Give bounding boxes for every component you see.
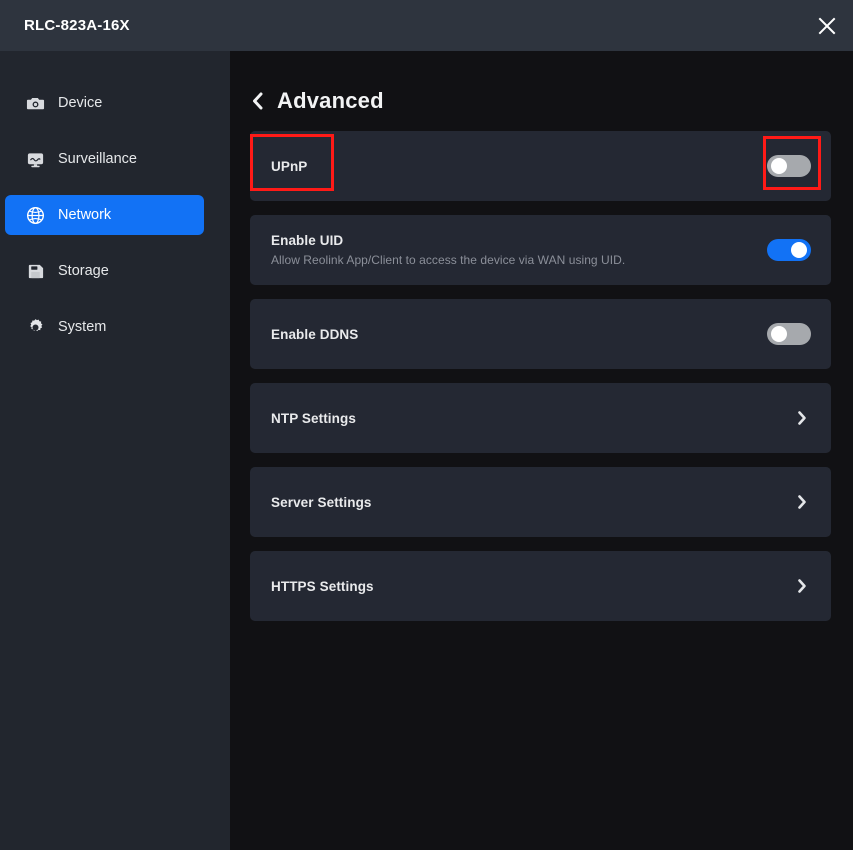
enable-ddns-toggle[interactable]	[767, 323, 811, 345]
setting-row-ntp-settings[interactable]: NTP Settings	[250, 383, 831, 453]
chevron-right-icon[interactable]	[793, 493, 811, 511]
sidebar-item-label: Network	[58, 207, 112, 223]
close-icon	[816, 15, 838, 37]
row-label: Server Settings	[271, 494, 372, 510]
app-window: RLC-823A-16X Device Surveillance Network…	[0, 0, 853, 850]
sidebar: Device Surveillance Network Storage Syst…	[0, 51, 230, 850]
sd-card-icon	[25, 261, 45, 281]
row-label: Enable UID	[271, 233, 344, 248]
row-label: NTP Settings	[271, 410, 356, 426]
row-label: HTTPS Settings	[271, 578, 374, 594]
monitor-icon	[25, 149, 45, 169]
camera-icon	[25, 93, 45, 113]
enable-uid-toggle[interactable]	[767, 239, 811, 261]
sidebar-item-label: Storage	[58, 263, 109, 279]
setting-row-enable-uid[interactable]: Enable UID Allow Reolink App/Client to a…	[250, 215, 831, 285]
toggle-knob	[791, 242, 807, 258]
row-texts: UPnP	[271, 149, 307, 184]
toggle-knob	[771, 158, 787, 174]
window-title: RLC-823A-16X	[24, 17, 130, 34]
body-split: Device Surveillance Network Storage Syst…	[0, 51, 853, 850]
row-texts: Server Settings	[271, 485, 372, 520]
chevron-left-icon[interactable]	[250, 91, 265, 111]
sidebar-item-storage[interactable]: Storage	[5, 251, 204, 291]
sidebar-item-system[interactable]: System	[5, 307, 204, 347]
settings-list: UPnP Enable UID Allow Reolink App/Client…	[230, 123, 853, 621]
title-bar: RLC-823A-16X	[0, 0, 853, 51]
gear-icon	[25, 317, 45, 337]
row-texts: HTTPS Settings	[271, 569, 374, 604]
setting-row-https-settings[interactable]: HTTPS Settings	[250, 551, 831, 621]
row-texts: Enable DDNS	[271, 317, 358, 352]
main-content: Advanced UPnP Enable UID Allow Reolink A…	[230, 51, 853, 850]
row-texts: NTP Settings	[271, 401, 356, 436]
sidebar-item-label: Device	[58, 95, 103, 111]
close-button[interactable]	[801, 0, 853, 51]
sidebar-item-device[interactable]: Device	[5, 83, 204, 123]
sidebar-item-surveillance[interactable]: Surveillance	[5, 139, 204, 179]
row-texts: Enable UID Allow Reolink App/Client to a…	[271, 223, 625, 277]
globe-icon	[25, 205, 45, 225]
chevron-right-icon[interactable]	[793, 409, 811, 427]
setting-row-enable-ddns[interactable]: Enable DDNS	[250, 299, 831, 369]
row-sublabel: Allow Reolink App/Client to access the d…	[271, 253, 626, 267]
toggle-knob	[771, 326, 787, 342]
row-label: UPnP	[271, 158, 308, 174]
row-label: Enable DDNS	[271, 326, 359, 342]
sidebar-item-network[interactable]: Network	[5, 195, 204, 235]
sidebar-item-label: System	[58, 319, 107, 335]
sidebar-item-label: Surveillance	[58, 151, 137, 167]
page-header-back[interactable]: Advanced	[230, 51, 384, 123]
chevron-right-icon[interactable]	[793, 577, 811, 595]
upnp-toggle[interactable]	[767, 155, 811, 177]
setting-row-server-settings[interactable]: Server Settings	[250, 467, 831, 537]
setting-row-upnp[interactable]: UPnP	[250, 131, 831, 201]
page-title: Advanced	[277, 88, 384, 113]
